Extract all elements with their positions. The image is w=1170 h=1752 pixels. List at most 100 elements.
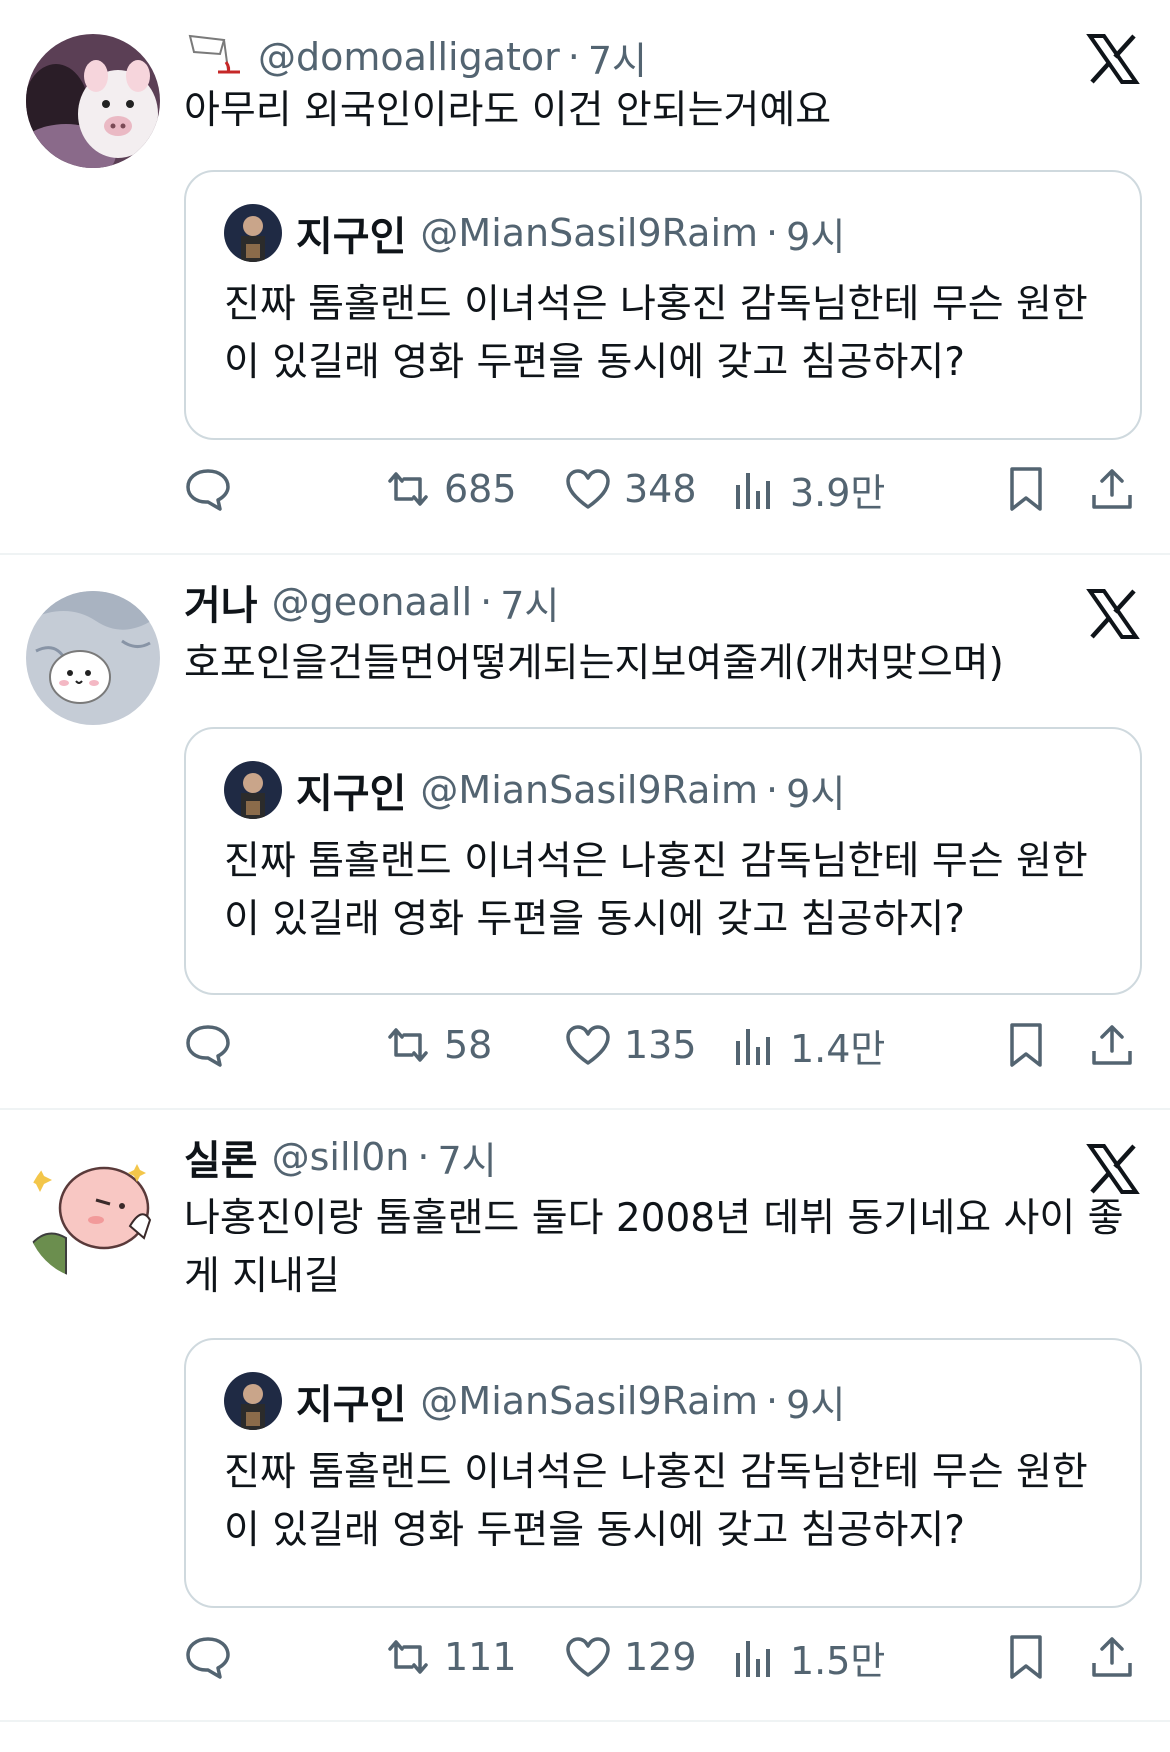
quoted-author-name[interactable]: 지구인	[296, 204, 406, 262]
separator-dot: ·	[417, 1135, 430, 1179]
heart-icon	[566, 469, 610, 509]
views-count: 3.9만	[790, 470, 886, 515]
share-button[interactable]	[1088, 459, 1136, 519]
tweet-2[interactable]: 거나 @geonaall · 7시 호포인을건들면어떻게되는지보여줄게(개처맞으…	[0, 555, 1170, 1108]
tweet-header: 거나 @geonaall · 7시	[184, 575, 559, 630]
bookmark-icon	[1010, 1023, 1042, 1067]
quoted-author-handle[interactable]: @MianSasil9Raim	[420, 768, 758, 812]
share-icon	[1092, 1025, 1132, 1065]
tweet-actions: 111 129 1.5만	[184, 1627, 1144, 1687]
like-count: 135	[624, 1023, 697, 1067]
quoted-author-avatar[interactable]	[224, 761, 282, 819]
tweet-3[interactable]: 실론 @sill0n · 7시 나홍진이랑 톰홀랜드 둘다 2008년 데뷔 동…	[0, 1110, 1170, 1720]
like-button[interactable]: 129	[564, 1627, 697, 1687]
x-logo-icon	[1086, 589, 1140, 639]
quoted-tweet[interactable]: 지구인 @MianSasil9Raim · 9시 진짜 톰홀랜드 이녀석은 나홍…	[184, 727, 1142, 995]
tweet-1[interactable]: @domoalligator · 7시 아무리 외국인이라도 이건 안되는거예요…	[0, 0, 1170, 553]
bookmark-icon	[1010, 467, 1042, 511]
x-logo-icon	[1086, 34, 1140, 84]
views-count: 1.4만	[790, 1026, 886, 1071]
retweet-button[interactable]: 685	[384, 459, 517, 519]
peach-character-avatar[interactable]	[26, 1146, 160, 1280]
quoted-timestamp[interactable]: 9시	[786, 763, 845, 818]
timestamp[interactable]: 7시	[500, 575, 559, 630]
quoted-timestamp[interactable]: 9시	[786, 206, 845, 261]
like-button[interactable]: 135	[564, 1015, 697, 1075]
share-button[interactable]	[1088, 1015, 1136, 1075]
reply-icon	[186, 469, 230, 511]
like-count: 348	[624, 467, 697, 511]
bookmark-button[interactable]	[1002, 1627, 1050, 1687]
retweet-icon	[388, 1028, 428, 1062]
author-handle[interactable]: @domoalligator	[258, 35, 560, 79]
views-count: 1.5만	[790, 1638, 886, 1683]
quoted-tweet-text: 진짜 톰홀랜드 이녀석은 나홍진 감독님한테 무슨 원한이 있길래 영화 두편을…	[224, 839, 1088, 942]
retweet-count: 685	[444, 467, 517, 511]
quoted-timestamp[interactable]: 9시	[786, 1374, 845, 1429]
views-button[interactable]: 3.9만	[730, 459, 885, 519]
author-handle[interactable]: @geonaall	[272, 580, 473, 624]
views-chart-icon	[736, 473, 770, 509]
retweet-icon	[388, 1640, 428, 1674]
quoted-tweet-header: 지구인 @MianSasil9Raim · 9시	[224, 761, 845, 819]
tweet-actions: 58 135 1.4만	[184, 1015, 1144, 1075]
quoted-author-avatar[interactable]	[224, 1372, 282, 1430]
reply-button[interactable]	[184, 1627, 232, 1687]
views-button[interactable]: 1.4만	[730, 1015, 885, 1075]
author-handle[interactable]: @sill0n	[272, 1135, 410, 1179]
separator-dot: ·	[766, 211, 779, 255]
bookmark-button[interactable]	[1002, 1015, 1050, 1075]
pig-avatar[interactable]	[26, 34, 160, 168]
retweet-button[interactable]: 58	[384, 1015, 492, 1075]
share-button[interactable]	[1088, 1627, 1136, 1687]
retweet-count: 111	[444, 1635, 517, 1679]
tweet-actions: 685 348 3.9만	[184, 459, 1144, 519]
separator-dot: ·	[766, 1379, 779, 1423]
like-button[interactable]: 348	[564, 459, 697, 519]
tweet-text: 아무리 외국인이라도 이건 안되는거예요	[184, 88, 832, 133]
quoted-tweet[interactable]: 지구인 @MianSasil9Raim · 9시 진짜 톰홀랜드 이녀석은 나홍…	[184, 1338, 1142, 1608]
views-chart-icon	[736, 1029, 770, 1065]
tweet-header: @domoalligator · 7시	[184, 30, 647, 85]
separator-dot: ·	[766, 768, 779, 812]
quoted-author-name[interactable]: 지구인	[296, 761, 406, 819]
tweet-text: 나홍진이랑 톰홀랜드 둘다 2008년 데뷔 동기네요 사이 좋게 지내길	[184, 1196, 1124, 1299]
reply-icon	[186, 1025, 230, 1067]
retweet-button[interactable]: 111	[384, 1627, 517, 1687]
tweet-text: 호포인을건들면어떻게되는지보여줄게(개처맞으며)	[184, 641, 1004, 686]
tweet-header: 실론 @sill0n · 7시	[184, 1130, 497, 1185]
quoted-author-handle[interactable]: @MianSasil9Raim	[420, 1379, 758, 1423]
timestamp[interactable]: 7시	[437, 1130, 496, 1185]
reply-button[interactable]	[184, 459, 232, 519]
quoted-tweet-header: 지구인 @MianSasil9Raim · 9시	[224, 1372, 845, 1430]
quoted-author-avatar[interactable]	[224, 204, 282, 262]
x-logo-icon	[1086, 1144, 1140, 1194]
share-icon	[1092, 1637, 1132, 1677]
quoted-tweet-header: 지구인 @MianSasil9Raim · 9시	[224, 204, 845, 262]
author-name[interactable]: 실론	[184, 1128, 258, 1186]
quoted-tweet-text: 진짜 톰홀랜드 이녀석은 나홍진 감독님한테 무슨 원한이 있길래 영화 두편을…	[224, 1450, 1088, 1553]
like-count: 129	[624, 1635, 697, 1679]
tweet-divider	[0, 1720, 1170, 1722]
heart-icon	[566, 1025, 610, 1065]
quoted-tweet[interactable]: 지구인 @MianSasil9Raim · 9시 진짜 톰홀랜드 이녀석은 나홍…	[184, 170, 1142, 440]
bookmark-button[interactable]	[1002, 459, 1050, 519]
retweet-icon	[388, 472, 428, 506]
retweet-count: 58	[444, 1023, 493, 1067]
separator-dot: ·	[567, 35, 580, 79]
share-icon	[1092, 469, 1132, 509]
heart-icon	[566, 1637, 610, 1677]
author-name[interactable]: 거나	[184, 573, 258, 631]
quoted-tweet-text: 진짜 톰홀랜드 이녀석은 나홍진 감독님한테 무슨 원한이 있길래 영화 두편을…	[224, 282, 1088, 385]
views-chart-icon	[736, 1641, 770, 1677]
views-button[interactable]: 1.5만	[730, 1627, 885, 1687]
quoted-author-handle[interactable]: @MianSasil9Raim	[420, 211, 758, 255]
timestamp[interactable]: 7시	[588, 30, 647, 85]
quoted-author-name[interactable]: 지구인	[296, 1372, 406, 1430]
reply-button[interactable]	[184, 1015, 232, 1075]
wine-glass-icon	[188, 34, 240, 74]
separator-dot: ·	[480, 580, 493, 624]
bookmark-icon	[1010, 1635, 1042, 1679]
reply-icon	[186, 1637, 230, 1679]
hamster-avatar[interactable]	[26, 591, 160, 725]
